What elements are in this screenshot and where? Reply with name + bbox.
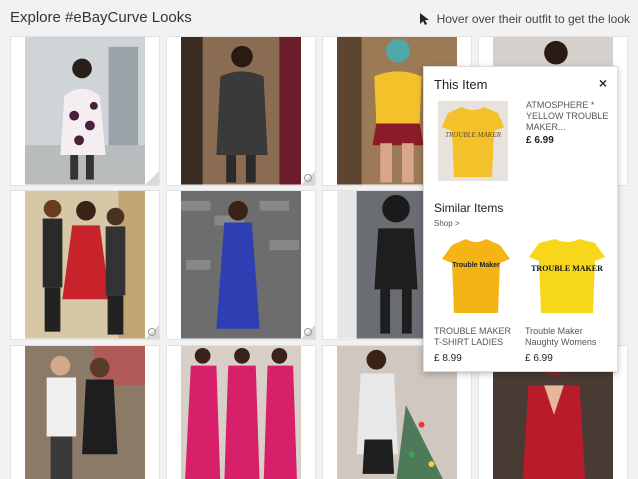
shop-link[interactable]: Shop >: [434, 219, 460, 228]
camera-icon: [304, 174, 312, 182]
similar-item-price: £ 8.99: [434, 353, 462, 364]
look-tile-10[interactable]: [166, 345, 316, 479]
camera-icon: [148, 328, 156, 336]
tile-corner: [145, 171, 159, 185]
item-price: £ 6.99: [526, 135, 554, 146]
similar-item-print: Trouble Maker: [452, 262, 500, 269]
cursor-arrow-icon: [419, 13, 429, 25]
page-header: Explore #eBayCurve Looks Hover over thei…: [0, 0, 638, 34]
look-tile-9[interactable]: [10, 345, 160, 479]
page-title: Explore #eBayCurve Looks: [10, 9, 192, 26]
hover-hint-text: Hover over their outfit to get the look: [436, 12, 630, 26]
item-popup: This Item × TROUBLE MAKER ATMOSPHERE * Y…: [423, 66, 618, 372]
item-thumbnail[interactable]: TROUBLE MAKER: [438, 101, 508, 181]
look-photo: [25, 346, 145, 479]
look-photo: [181, 37, 301, 185]
item-shirt-print: TROUBLE MAKER: [445, 131, 502, 139]
hover-hint: Hover over their outfit to get the look: [417, 12, 630, 26]
similar-item-name[interactable]: TROUBLE MAKER T-SHIRT LADIES: [434, 326, 518, 348]
look-photo: [25, 191, 145, 339]
similar-item-1[interactable]: Trouble Maker TROUBLE MAKER T-SHIRT LADI…: [434, 235, 518, 364]
look-photo: [181, 191, 301, 339]
look-photo: [181, 346, 301, 479]
close-button[interactable]: ×: [599, 75, 607, 91]
look-tile-1[interactable]: [10, 36, 160, 186]
item-name-link[interactable]: ATMOSPHERE * YELLOW TROUBLE MAKER...: [526, 100, 614, 133]
camera-icon: [304, 328, 312, 336]
similar-item-name[interactable]: Trouble Maker Naughty Womens: [525, 326, 609, 348]
similar-item-print: TROUBLE MAKER: [531, 264, 603, 273]
look-tile-6[interactable]: [166, 190, 316, 340]
look-tile-5[interactable]: [10, 190, 160, 340]
look-tile-2[interactable]: [166, 36, 316, 186]
similar-item-thumbnail: Trouble Maker: [434, 235, 518, 317]
look-photo: [25, 37, 145, 185]
similar-items-title: Similar Items: [434, 201, 504, 215]
similar-item-thumbnail: TROUBLE MAKER: [525, 235, 609, 317]
similar-item-2[interactable]: TROUBLE MAKER Trouble Maker Naughty Wome…: [525, 235, 609, 364]
similar-item-price: £ 6.99: [525, 353, 553, 364]
popup-title: This Item: [434, 77, 488, 92]
